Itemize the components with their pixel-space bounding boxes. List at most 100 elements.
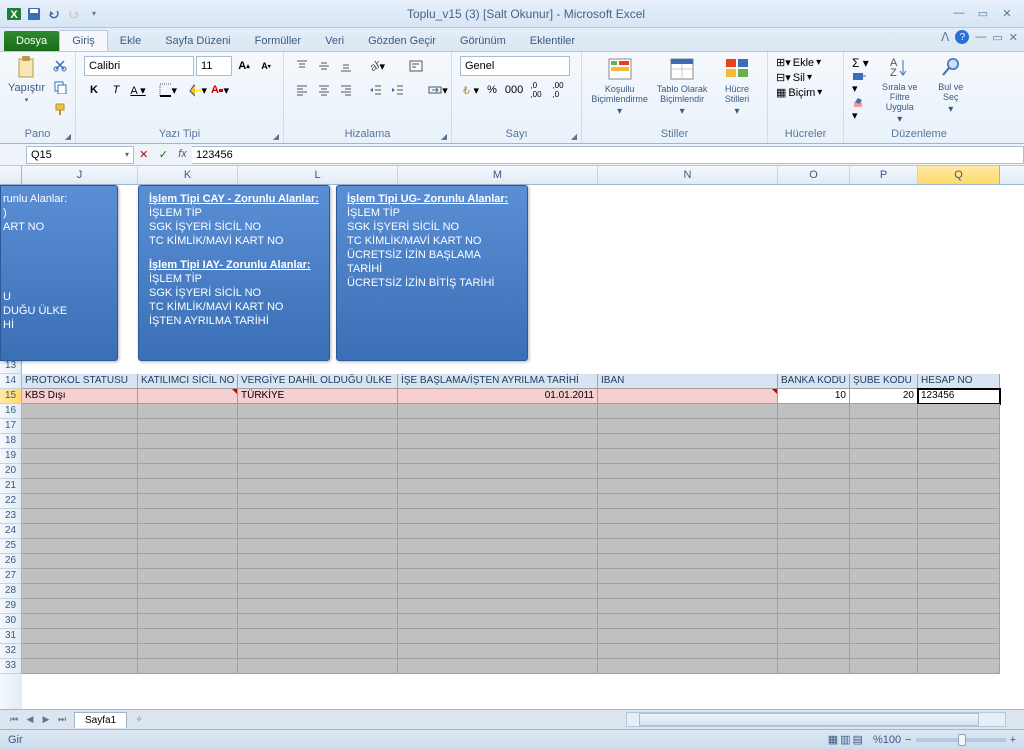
cell-M32[interactable] [398, 644, 598, 659]
cell-N12[interactable] [598, 345, 778, 360]
cell-N21[interactable] [598, 479, 778, 494]
cell-K32[interactable] [138, 644, 238, 659]
cell-M27[interactable] [398, 569, 598, 584]
cell-K16[interactable] [138, 404, 238, 419]
cell-P31[interactable] [850, 629, 918, 644]
minimize-icon[interactable]: — [950, 7, 968, 20]
cell-J27[interactable] [22, 569, 138, 584]
cell-N25[interactable] [598, 539, 778, 554]
enter-formula-icon[interactable]: ✓ [159, 148, 168, 161]
cell-Q3[interactable] [918, 214, 1000, 229]
cell-N16[interactable] [598, 404, 778, 419]
cell-M31[interactable] [398, 629, 598, 644]
sheet-nav-last-icon[interactable]: ⏭ [54, 714, 70, 725]
row-header-19[interactable]: 19 [0, 449, 22, 464]
cell-O28[interactable] [778, 584, 850, 599]
cell-K21[interactable] [138, 479, 238, 494]
insert-cells-icon[interactable]: ⊞▾ [776, 56, 791, 69]
row-header-33[interactable]: 33 [0, 659, 22, 674]
zoom-level[interactable]: %100 [873, 734, 901, 746]
cell-N11[interactable] [598, 330, 778, 345]
cell-P20[interactable] [850, 464, 918, 479]
cell-M22[interactable] [398, 494, 598, 509]
cell-M16[interactable] [398, 404, 598, 419]
cell-P15[interactable]: 20 [850, 389, 918, 404]
cell-N32[interactable] [598, 644, 778, 659]
cell-L26[interactable] [238, 554, 398, 569]
decrease-font-icon[interactable]: A▾ [256, 56, 276, 76]
cell-Q17[interactable] [918, 419, 1000, 434]
cell-N27[interactable] [598, 569, 778, 584]
column-header-J[interactable]: J [22, 166, 138, 184]
undo-icon[interactable] [46, 6, 62, 22]
cell-N1[interactable] [598, 185, 778, 200]
cell-O20[interactable] [778, 464, 850, 479]
row-header-23[interactable]: 23 [0, 509, 22, 524]
cell-J30[interactable] [22, 614, 138, 629]
cell-Q20[interactable] [918, 464, 1000, 479]
cell-N2[interactable] [598, 200, 778, 215]
cell-J29[interactable] [22, 599, 138, 614]
cell-K25[interactable] [138, 539, 238, 554]
cell-L23[interactable] [238, 509, 398, 524]
select-all-corner[interactable] [0, 166, 22, 184]
cell-O17[interactable] [778, 419, 850, 434]
cell-K24[interactable] [138, 524, 238, 539]
cell-N7[interactable] [598, 272, 778, 287]
cell-J32[interactable] [22, 644, 138, 659]
cell-P17[interactable] [850, 419, 918, 434]
cell-J14[interactable]: PROTOKOL STATUSU [22, 374, 138, 389]
bold-icon[interactable]: K [84, 80, 104, 100]
cell-N13[interactable] [598, 359, 778, 374]
cell-O16[interactable] [778, 404, 850, 419]
cell-K14[interactable]: KATILIMCI SİCİL NO [138, 374, 238, 389]
row-header-20[interactable]: 20 [0, 464, 22, 479]
cell-Q5[interactable] [918, 243, 1000, 258]
cell-P19[interactable] [850, 449, 918, 464]
delete-cells-icon[interactable]: ⊟▾ [776, 71, 791, 84]
normal-view-icon[interactable]: ▦ [828, 733, 838, 746]
cell-M26[interactable] [398, 554, 598, 569]
cell-Q19[interactable] [918, 449, 1000, 464]
cell-O18[interactable] [778, 434, 850, 449]
help-icon[interactable]: ? [955, 30, 969, 44]
page-break-view-icon[interactable]: ▤ [853, 733, 863, 746]
cell-Q14[interactable]: HESAP NO [918, 374, 1000, 389]
row-header-21[interactable]: 21 [0, 479, 22, 494]
cell-K30[interactable] [138, 614, 238, 629]
cell-P24[interactable] [850, 524, 918, 539]
row-header-32[interactable]: 32 [0, 644, 22, 659]
cell-J18[interactable] [22, 434, 138, 449]
cell-Q2[interactable] [918, 200, 1000, 215]
format-painter-icon[interactable] [51, 100, 69, 118]
cell-N22[interactable] [598, 494, 778, 509]
paste-button[interactable]: Yapıştır ▾ [8, 56, 45, 104]
cell-K22[interactable] [138, 494, 238, 509]
cell-K18[interactable] [138, 434, 238, 449]
cell-L27[interactable] [238, 569, 398, 584]
cell-J13[interactable] [22, 359, 138, 374]
column-header-Q[interactable]: Q [918, 166, 1000, 184]
column-header-P[interactable]: P [850, 166, 918, 184]
cell-P9[interactable] [850, 301, 918, 316]
cell-K19[interactable] [138, 449, 238, 464]
cell-O3[interactable] [778, 214, 850, 229]
tab-addins[interactable]: Eklentiler [518, 31, 587, 51]
horizontal-scrollbar[interactable] [626, 712, 1006, 727]
number-format-select[interactable] [460, 56, 570, 76]
cell-M30[interactable] [398, 614, 598, 629]
cell-Q32[interactable] [918, 644, 1000, 659]
row-header-24[interactable]: 24 [0, 524, 22, 539]
cell-J28[interactable] [22, 584, 138, 599]
cell-J26[interactable] [22, 554, 138, 569]
italic-icon[interactable]: T [106, 80, 126, 100]
name-box[interactable]: Q15▾ [26, 146, 134, 164]
cell-M25[interactable] [398, 539, 598, 554]
cell-L16[interactable] [238, 404, 398, 419]
cell-K20[interactable] [138, 464, 238, 479]
cell-J21[interactable] [22, 479, 138, 494]
cell-L13[interactable] [238, 359, 398, 374]
cell-M24[interactable] [398, 524, 598, 539]
tab-page-layout[interactable]: Sayfa Düzeni [153, 31, 242, 51]
cell-Q29[interactable] [918, 599, 1000, 614]
